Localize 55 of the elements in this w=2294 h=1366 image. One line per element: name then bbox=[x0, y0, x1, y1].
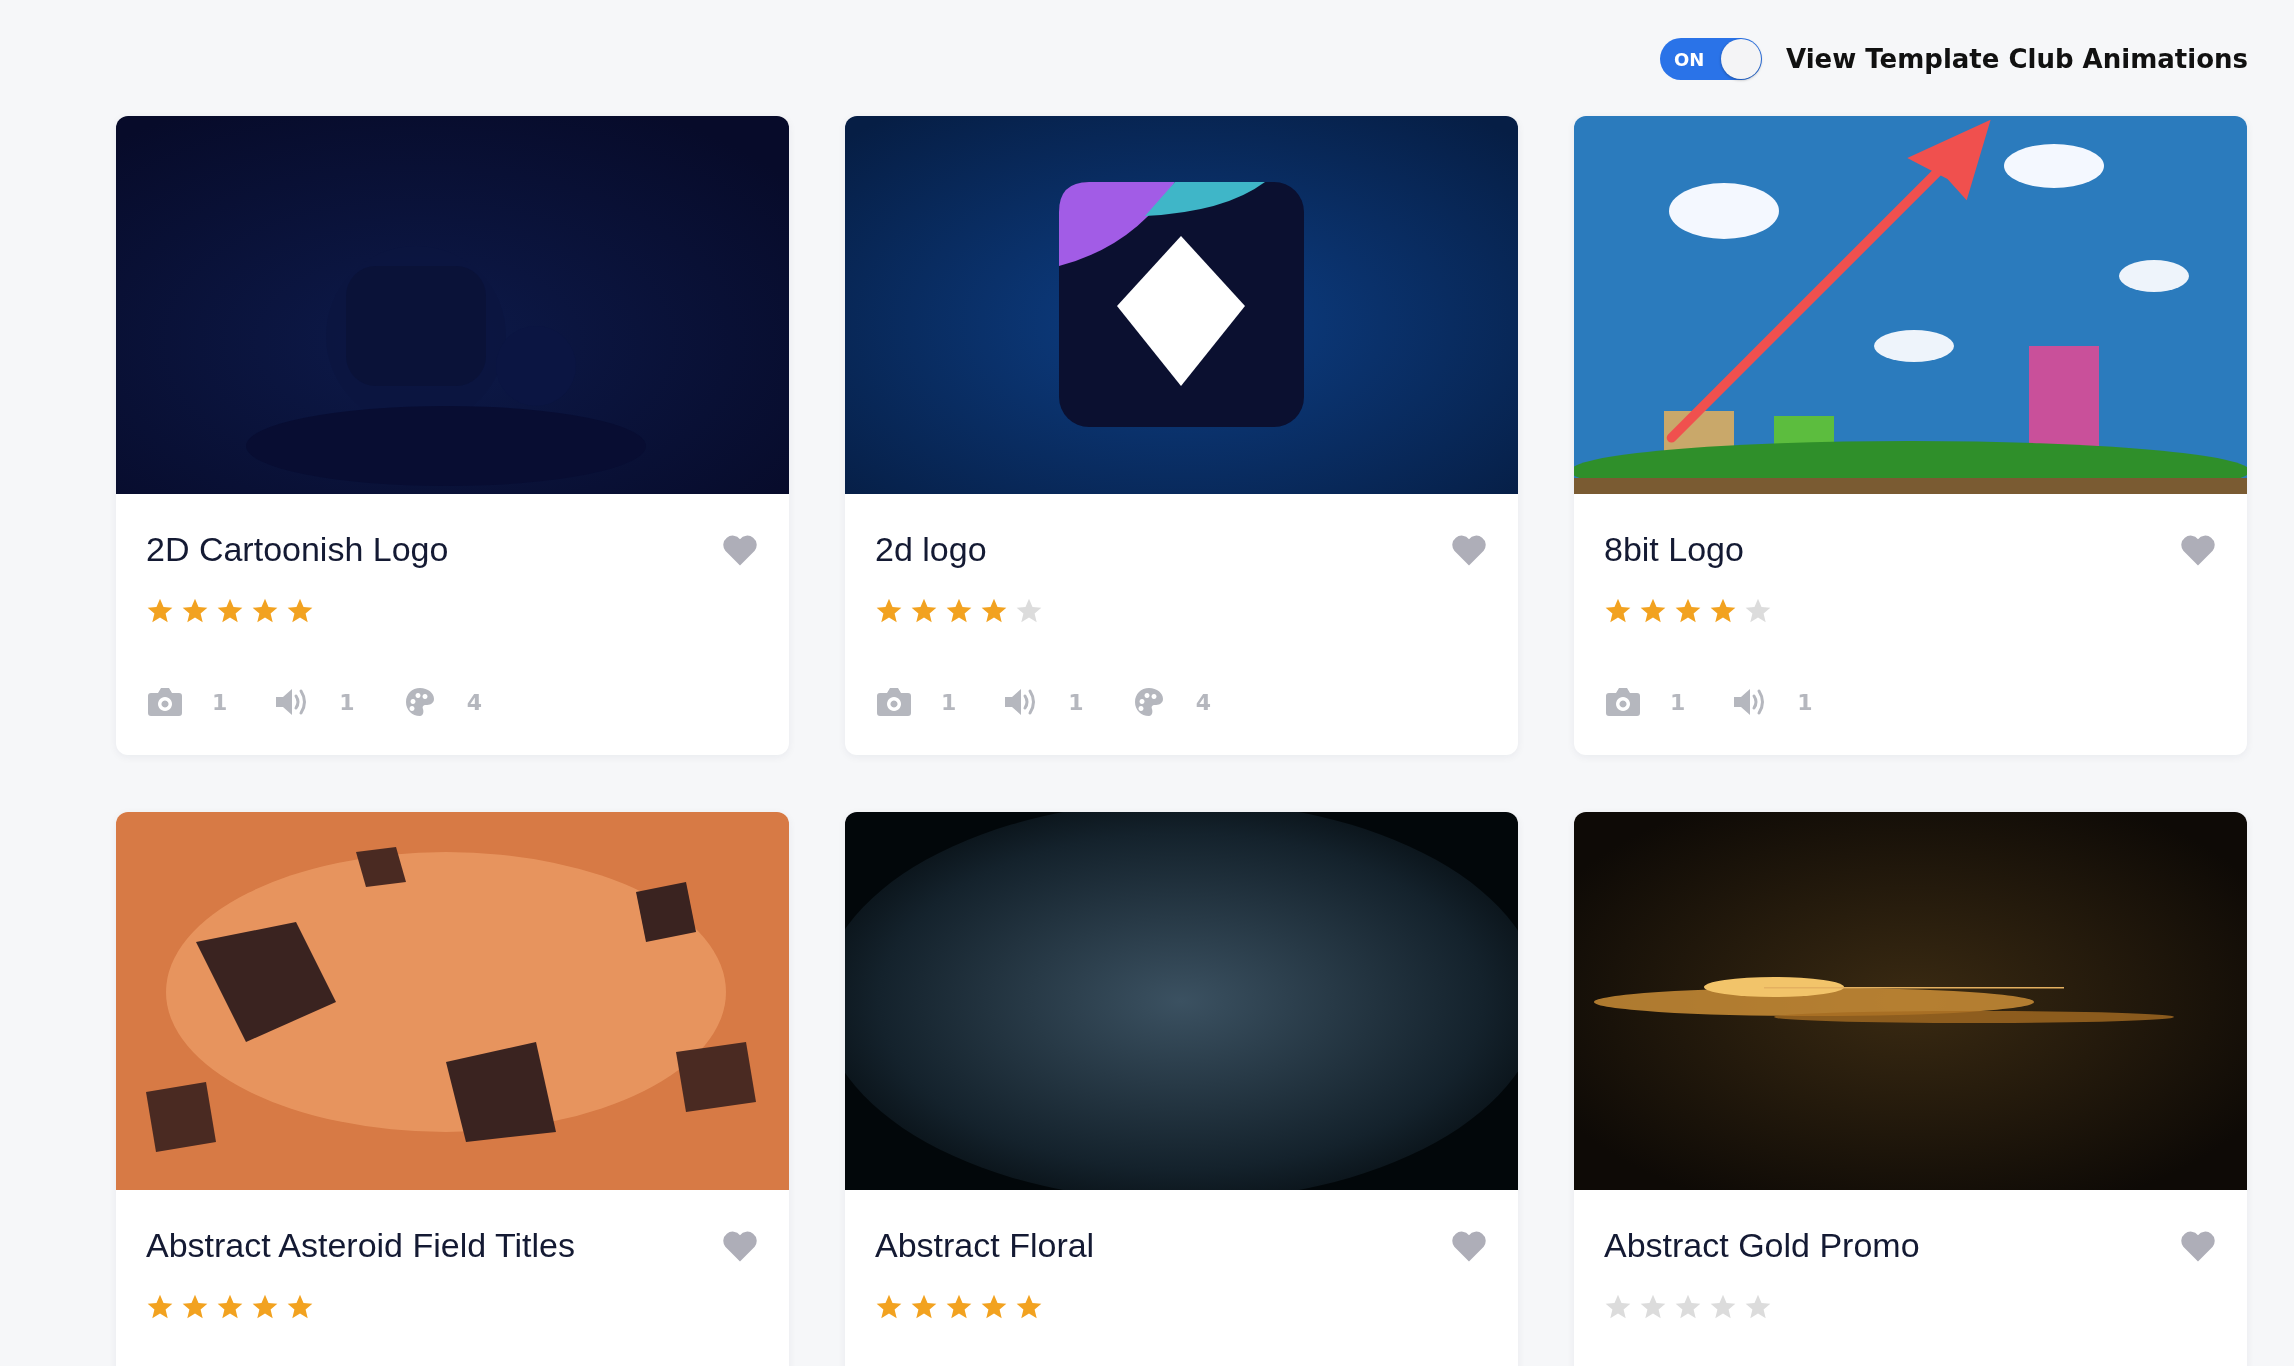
template-title: 2d logo bbox=[875, 530, 987, 569]
star-icon bbox=[1744, 1293, 1772, 1321]
template-card[interactable]: 2d logo 1 1 4 bbox=[845, 116, 1518, 755]
star-icon bbox=[1674, 1293, 1702, 1321]
count-label: 1 bbox=[212, 689, 228, 715]
star-icon bbox=[1709, 597, 1737, 625]
template-card[interactable]: Abstract Asteroid Field Titles bbox=[116, 812, 789, 1366]
star-icon bbox=[146, 597, 174, 625]
star-icon bbox=[910, 597, 938, 625]
template-title: Abstract Asteroid Field Titles bbox=[146, 1226, 575, 1265]
star-icon bbox=[1639, 597, 1667, 625]
star-icon bbox=[251, 597, 279, 625]
star-icon bbox=[1744, 597, 1772, 625]
star-icon bbox=[980, 597, 1008, 625]
star-icon bbox=[980, 1293, 1008, 1321]
star-icon bbox=[945, 1293, 973, 1321]
star-icon bbox=[181, 597, 209, 625]
star-icon bbox=[1639, 1293, 1667, 1321]
count-label: 1 bbox=[1068, 689, 1084, 715]
template-title: 2D Cartoonish Logo bbox=[146, 530, 449, 569]
star-icon bbox=[286, 597, 314, 625]
star-icon bbox=[1604, 1293, 1632, 1321]
star-icon bbox=[181, 1293, 209, 1321]
camera-icon bbox=[1604, 687, 1642, 717]
template-card[interactable]: Abstract Floral bbox=[845, 812, 1518, 1366]
star-icon bbox=[146, 1293, 174, 1321]
star-icon bbox=[216, 1293, 244, 1321]
template-card[interactable]: 2D Cartoonish Logo 1 1 4 bbox=[116, 116, 789, 755]
star-icon bbox=[1709, 1293, 1737, 1321]
template-card[interactable]: Abstract Gold Promo bbox=[1574, 812, 2247, 1366]
template-title: 8bit Logo bbox=[1604, 530, 1744, 569]
star-icon bbox=[1674, 597, 1702, 625]
template-title: Abstract Gold Promo bbox=[1604, 1226, 1920, 1265]
star-icon bbox=[216, 597, 244, 625]
count-label: 4 bbox=[466, 689, 482, 715]
count-label: 1 bbox=[1797, 689, 1813, 715]
template-title: Abstract Floral bbox=[875, 1226, 1095, 1265]
count-label: 1 bbox=[1670, 689, 1686, 715]
toggle-switch[interactable]: ON bbox=[1660, 38, 1762, 80]
star-icon bbox=[875, 597, 903, 625]
star-icon bbox=[251, 1293, 279, 1321]
star-icon bbox=[1015, 1293, 1043, 1321]
camera-icon bbox=[875, 687, 913, 717]
star-icon bbox=[1604, 597, 1632, 625]
template-card[interactable]: 8bit Logo 1 1 bbox=[1574, 116, 2247, 755]
star-icon bbox=[286, 1293, 314, 1321]
count-label: 4 bbox=[1195, 689, 1211, 715]
star-icon bbox=[945, 597, 973, 625]
count-label: 1 bbox=[339, 689, 355, 715]
camera-icon bbox=[146, 687, 184, 717]
toggle-label: View Template Club Animations bbox=[1786, 44, 2248, 74]
star-icon bbox=[1015, 597, 1043, 625]
count-label: 1 bbox=[941, 689, 957, 715]
star-icon bbox=[910, 1293, 938, 1321]
star-icon bbox=[875, 1293, 903, 1321]
